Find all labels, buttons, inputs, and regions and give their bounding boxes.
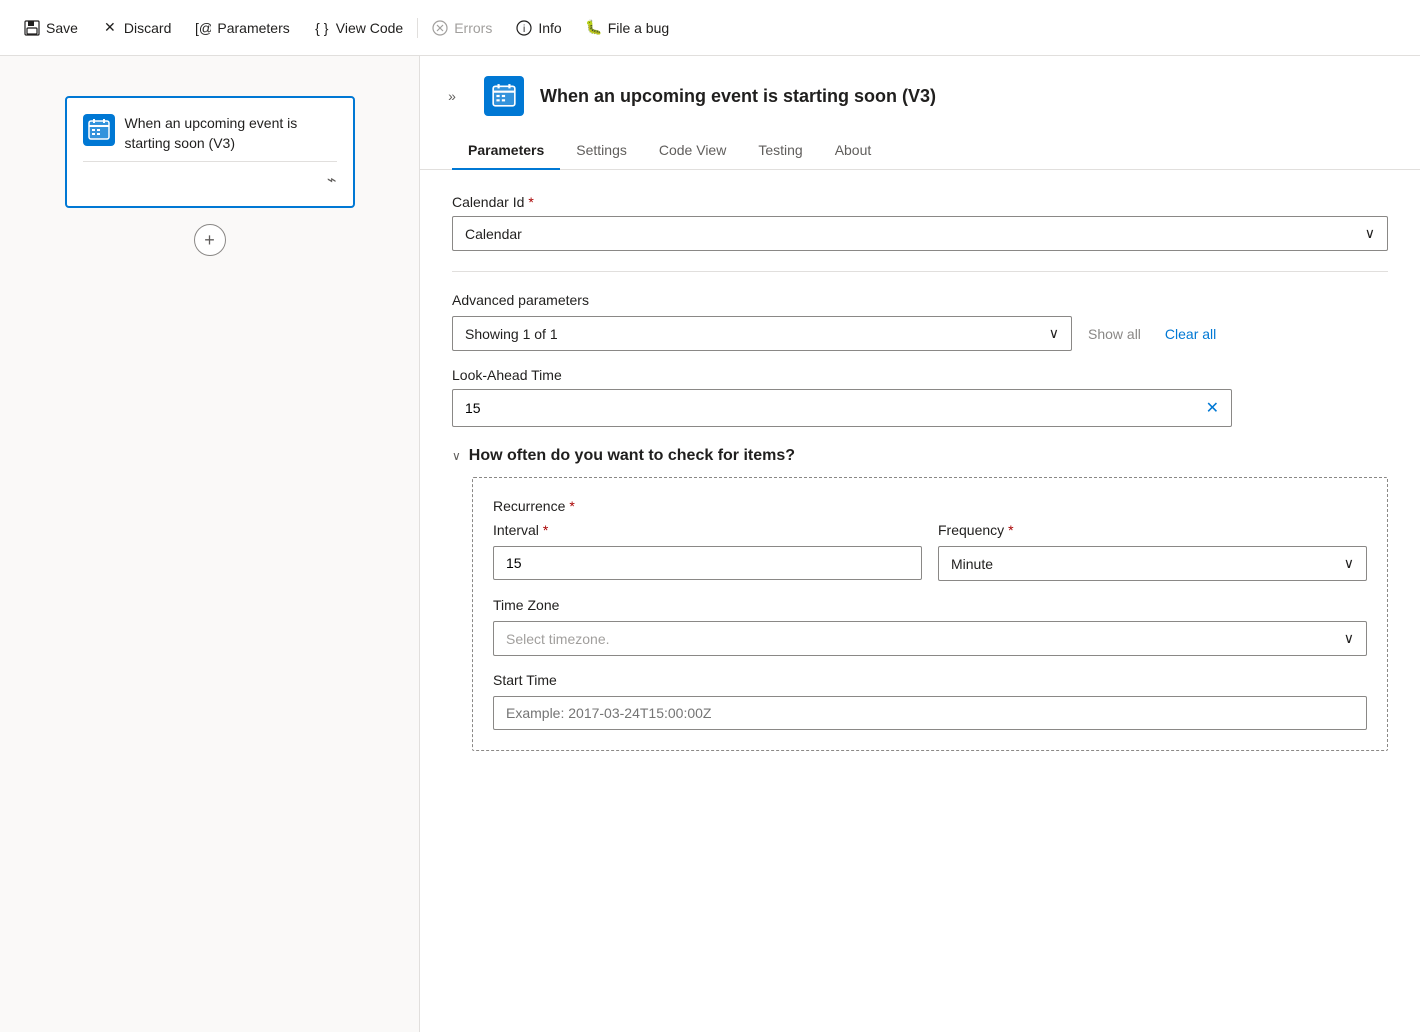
recurrence-header[interactable]: ∨ How often do you want to check for ite…: [452, 447, 1388, 465]
toolbar: Save ✕ Discard [@] Parameters { } View C…: [0, 0, 1420, 56]
parameters-button[interactable]: [@] Parameters: [183, 12, 301, 44]
discard-button[interactable]: ✕ Discard: [90, 12, 183, 44]
collapse-button[interactable]: »: [436, 80, 468, 112]
save-icon: [24, 20, 40, 36]
svg-text:[@]: [@]: [195, 20, 211, 36]
frequency-value: Minute: [951, 556, 993, 572]
start-time-group: Start Time: [493, 672, 1367, 730]
recurrence-label: Recurrence *: [493, 498, 1367, 514]
view-code-button[interactable]: { } View Code: [302, 12, 415, 44]
flow-card-title: When an upcoming event is starting soon …: [125, 114, 337, 153]
frequency-required-star: *: [1008, 522, 1013, 538]
info-label: Info: [538, 20, 561, 36]
panel-icon: [484, 76, 524, 116]
timezone-label: Time Zone: [493, 597, 1367, 613]
look-ahead-label: Look-Ahead Time: [452, 367, 1388, 383]
info-icon: i: [516, 20, 532, 36]
bug-icon: 🐛: [586, 20, 602, 36]
showing-text: Showing 1 of 1: [465, 326, 558, 342]
clear-all-button[interactable]: Clear all: [1157, 318, 1224, 350]
panel-title: When an upcoming event is starting soon …: [540, 86, 936, 107]
flow-card[interactable]: When an upcoming event is starting soon …: [65, 96, 355, 208]
divider: [452, 271, 1388, 272]
errors-icon: [432, 20, 448, 36]
link-icon: ⌁: [327, 170, 337, 190]
save-label: Save: [46, 20, 78, 36]
advanced-params-row: Showing 1 of 1 ∨ Show all Clear all: [452, 316, 1388, 351]
errors-button[interactable]: Errors: [420, 12, 504, 44]
flow-card-header: When an upcoming event is starting soon …: [83, 114, 337, 153]
look-ahead-input[interactable]: [453, 392, 1194, 424]
frequency-group: Frequency * Minute ∨: [938, 522, 1367, 581]
recurrence-section: ∨ How often do you want to check for ite…: [452, 447, 1388, 751]
tabs: Parameters Settings Code View Testing Ab…: [420, 132, 1420, 170]
main-layout: When an upcoming event is starting soon …: [0, 56, 1420, 1032]
frequency-select[interactable]: Minute ∨: [938, 546, 1367, 581]
timezone-placeholder: Select timezone.: [506, 631, 610, 647]
clear-look-ahead-button[interactable]: ✕: [1194, 390, 1231, 426]
interval-label: Interval *: [493, 522, 922, 538]
required-star: *: [528, 194, 533, 210]
view-code-label: View Code: [336, 20, 403, 36]
advanced-params-label: Advanced parameters: [452, 292, 1388, 308]
recurrence-required-star: *: [569, 498, 574, 514]
recurrence-chevron-icon: ∨: [452, 449, 461, 463]
recurrence-question: How often do you want to check for items…: [469, 447, 795, 465]
interval-input[interactable]: [493, 546, 922, 580]
calendar-chevron-icon: ∨: [1365, 225, 1375, 242]
tab-about[interactable]: About: [819, 132, 888, 170]
timezone-group: Time Zone Select timezone. ∨: [493, 597, 1367, 656]
interval-freq-row: Interval * Frequency * Minute: [493, 522, 1367, 581]
svg-text:i: i: [523, 24, 525, 35]
tab-testing[interactable]: Testing: [742, 132, 818, 170]
file-bug-label: File a bug: [608, 20, 669, 36]
recurrence-box: Recurrence * Interval *: [472, 477, 1388, 751]
timezone-select[interactable]: Select timezone. ∨: [493, 621, 1367, 656]
frequency-label: Frequency *: [938, 522, 1367, 538]
right-panel: » When an upcoming event is starting soo…: [420, 56, 1420, 1032]
calendar-id-value: Calendar: [465, 226, 522, 242]
tab-code-view[interactable]: Code View: [643, 132, 742, 170]
interval-group: Interval *: [493, 522, 922, 581]
view-code-icon: { }: [314, 20, 330, 36]
panel-header: » When an upcoming event is starting soo…: [420, 56, 1420, 116]
flow-card-icon: [83, 114, 115, 146]
discard-icon: ✕: [102, 20, 118, 36]
start-time-input[interactable]: [493, 696, 1367, 730]
look-ahead-input-wrapper: ✕: [452, 389, 1232, 427]
file-bug-button[interactable]: 🐛 File a bug: [574, 12, 681, 44]
start-time-label: Start Time: [493, 672, 1367, 688]
frequency-chevron-icon: ∨: [1344, 555, 1354, 572]
info-button[interactable]: i Info: [504, 12, 573, 44]
left-panel: When an upcoming event is starting soon …: [0, 56, 420, 1032]
form-content: Calendar Id * Calendar ∨ Advanced parame…: [420, 170, 1420, 775]
save-button[interactable]: Save: [12, 12, 90, 44]
add-step-button[interactable]: +: [194, 224, 226, 256]
parameters-label: Parameters: [217, 20, 289, 36]
showing-chevron-icon: ∨: [1049, 325, 1059, 342]
timezone-chevron-icon: ∨: [1344, 630, 1354, 647]
showing-dropdown[interactable]: Showing 1 of 1 ∨: [452, 316, 1072, 351]
interval-required-star: *: [543, 522, 548, 538]
errors-label: Errors: [454, 20, 492, 36]
parameters-icon: [@]: [195, 20, 211, 36]
discard-label: Discard: [124, 20, 171, 36]
flow-card-footer: ⌁: [83, 161, 337, 190]
show-all-button[interactable]: Show all: [1080, 318, 1149, 350]
toolbar-divider: [417, 18, 418, 38]
calendar-id-label: Calendar Id *: [452, 194, 1388, 210]
calendar-id-select[interactable]: Calendar ∨: [452, 216, 1388, 251]
tab-settings[interactable]: Settings: [560, 132, 643, 170]
tab-parameters[interactable]: Parameters: [452, 132, 560, 170]
